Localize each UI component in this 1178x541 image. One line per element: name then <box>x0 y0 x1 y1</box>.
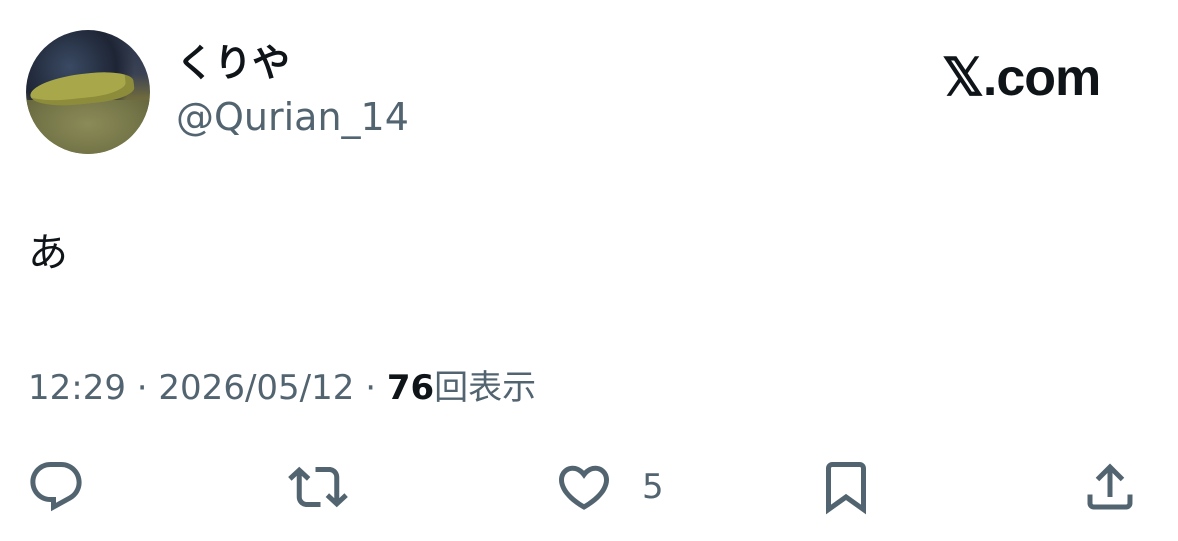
tweet-text: あ <box>28 230 68 276</box>
avatar[interactable] <box>26 30 150 154</box>
author-handle[interactable]: @Qurian_14 <box>176 94 409 140</box>
x-logo: 𝕏.com <box>942 49 1101 107</box>
tweet-meta: 12:29 · 2026/05/12 · 76回表示 <box>28 364 536 412</box>
bookmark-icon <box>826 462 866 515</box>
action-bar: 5 <box>0 455 1178 525</box>
tweet-time[interactable]: 12:29 <box>28 368 126 408</box>
views-count: 76 <box>386 368 435 408</box>
tweet-date[interactable]: 2026/05/12 <box>158 368 354 408</box>
reply-icon <box>30 462 82 512</box>
retweet-button[interactable] <box>288 455 376 519</box>
reply-button[interactable] <box>26 455 114 519</box>
like-count: 5 <box>642 467 664 507</box>
views-label: 回表示 <box>434 368 537 408</box>
retweet-icon <box>288 466 348 508</box>
avatar-ground <box>26 100 150 154</box>
like-heart-icon <box>558 465 610 510</box>
share-icon <box>1087 463 1133 510</box>
meta-separator: · <box>136 368 148 408</box>
like-button[interactable]: 5 <box>554 455 664 519</box>
share-button[interactable] <box>1080 455 1168 519</box>
author-display-name[interactable]: くりや <box>176 40 290 86</box>
meta-separator: · <box>365 368 377 408</box>
bookmark-button[interactable] <box>816 455 904 519</box>
